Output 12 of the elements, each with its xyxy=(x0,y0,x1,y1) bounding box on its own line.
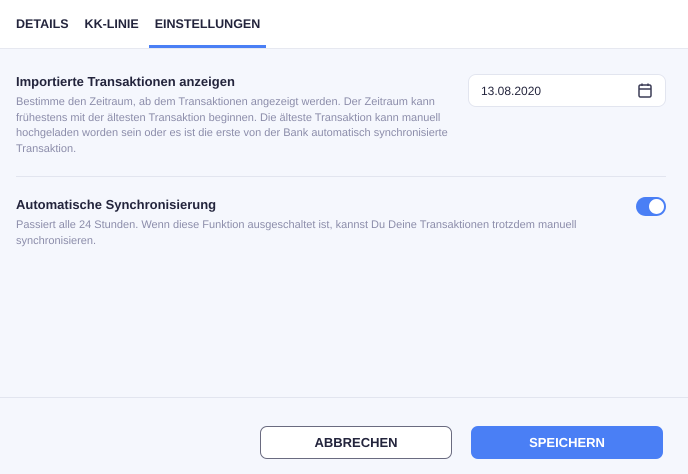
setting-description: Bestimme den Zeitraum, ab dem Transaktionen angezeigt werden. Der Zeitraum kann frühestens mit der ältesten Transaktion beginnen. Die älteste Transaktion kann manuell hochgeladen worden sein oder es ist die erste von der Bank automatisch synchronisierte Transaktion. xyxy=(16,95,449,156)
calendar-icon xyxy=(638,83,652,98)
setting-title: Automatische Synchronisierung xyxy=(16,197,218,212)
tab[interactable]: EINSTELLUNGEN xyxy=(148,0,266,48)
cancel-button[interactable]: ABBRECHEN xyxy=(260,426,452,458)
toggle-switch[interactable] xyxy=(636,197,666,216)
date-field[interactable]: 13.08.2020 xyxy=(468,74,666,107)
tab[interactable]: DETAILS xyxy=(10,0,75,48)
save-button[interactable]: SPEICHERN xyxy=(471,426,663,458)
setting-title: Importierte Transaktionen anzeigen xyxy=(16,74,236,89)
setting-description: Passiert alle 24 Stunden. Wenn diese Funktion ausgeschaltet ist, kannst Du Deine Transaktionen trotzdem manuell synchronisieren. xyxy=(16,218,578,248)
tab[interactable]: KK-LINIE xyxy=(78,0,145,48)
